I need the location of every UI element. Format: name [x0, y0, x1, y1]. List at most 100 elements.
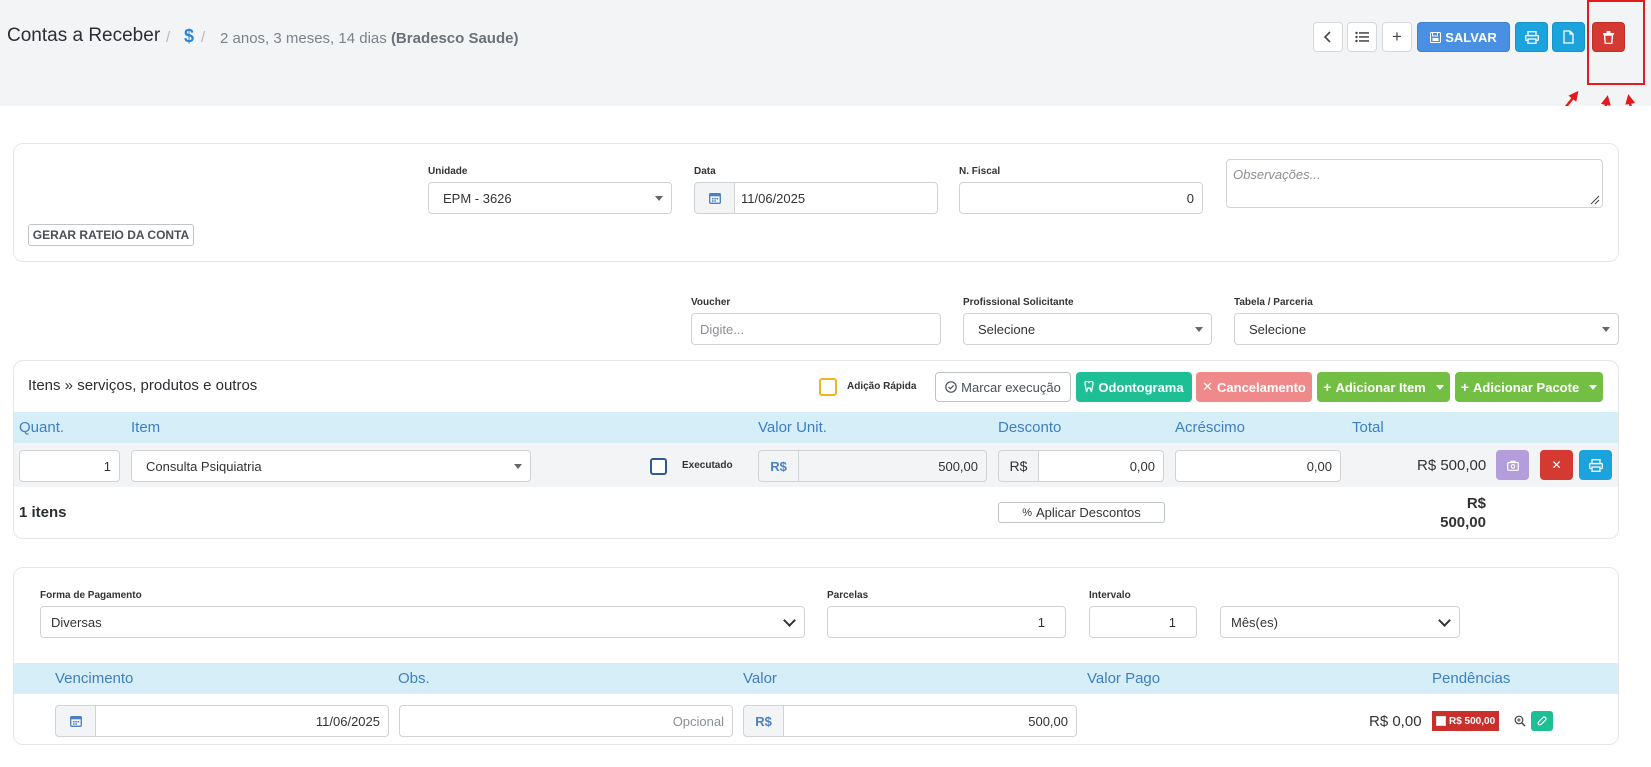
chevron-down-icon [783, 614, 796, 627]
professional-value: Selecione [978, 321, 1036, 337]
paperclip-icon [1537, 715, 1547, 725]
caret-down-icon [1435, 384, 1444, 390]
data-label: Data [694, 166, 716, 177]
quick-add-checkbox[interactable] [819, 378, 837, 396]
increase-input[interactable]: 0,00 [1175, 450, 1341, 482]
due-date-calendar-addon[interactable] [55, 705, 96, 737]
file-icon [1563, 30, 1574, 44]
tooth-icon [1084, 381, 1094, 393]
installments-input[interactable]: 1 [827, 606, 1066, 638]
executed-checkbox[interactable] [650, 458, 667, 475]
chevron-down-icon [1438, 614, 1451, 627]
payment-method-value: Diversas [51, 614, 102, 630]
due-date-input[interactable]: 11/06/2025 [95, 705, 389, 737]
paid-value: R$ 0,00 [1369, 713, 1422, 730]
interval-label: Intervalo [1089, 590, 1131, 601]
row-remove-button[interactable]: ✕ [1540, 450, 1573, 480]
date-input[interactable]: 11/06/2025 [734, 182, 938, 214]
items-table-header: Quant. Item Valor Unit. Desconto Acrésci… [14, 412, 1618, 443]
insurance-name: (Bradesco Saude) [390, 30, 519, 47]
calendar-addon[interactable] [694, 182, 735, 214]
caret-down-icon [514, 464, 522, 469]
plus-icon: + [1460, 379, 1469, 395]
row-total: R$ 500,00 [1417, 457, 1487, 474]
value-input[interactable]: 500,00 [783, 705, 1077, 737]
printer-icon [1524, 30, 1539, 44]
breadcrumb-dollar-link[interactable]: $ [184, 26, 194, 47]
add-item-button[interactable]: + Adicionar Item [1317, 372, 1450, 402]
discount-input[interactable]: 0,00 [1038, 450, 1164, 482]
discount-currency-addon: R$ [998, 450, 1039, 482]
back-button[interactable] [1313, 22, 1343, 52]
payment-method-select[interactable]: Diversas [40, 606, 805, 638]
col-header-paid: Valor Pago [1087, 670, 1161, 687]
row-print-button[interactable] [1579, 450, 1612, 480]
list-button[interactable] [1347, 22, 1377, 52]
unidade-value: EPM - 3626 [443, 190, 512, 206]
pending-attach-button[interactable] [1531, 711, 1553, 731]
currency-addon: R$ [758, 450, 799, 482]
pending-badge[interactable]: R$ 500,00 [1432, 711, 1500, 731]
voucher-input[interactable]: Digite... [691, 313, 941, 345]
save-label: SALVAR [1445, 29, 1497, 45]
caret-down-icon [1195, 327, 1203, 332]
unit-value-input[interactable]: 500,00 [798, 450, 987, 482]
print-button[interactable] [1515, 22, 1548, 52]
add-item-label: Adicionar Item [1335, 379, 1426, 395]
obs-input[interactable]: Opcional [399, 705, 733, 737]
items-sum-value: 500,00 [1440, 514, 1486, 531]
quantity-input[interactable]: 1 [19, 450, 120, 482]
pending-zoom-button[interactable] [1510, 711, 1530, 731]
calendar-icon [69, 716, 82, 727]
caret-down-icon [1602, 327, 1610, 332]
document-button[interactable] [1552, 22, 1585, 52]
nfiscal-label: N. Fiscal [959, 166, 1001, 177]
observations-placeholder: Observações... [1233, 167, 1321, 182]
close-icon: ✕ [1551, 458, 1562, 472]
col-header-total: Total [1352, 419, 1384, 436]
interval-period-value: Mês(es) [1231, 614, 1278, 630]
save-button[interactable]: SALVAR [1417, 22, 1510, 52]
resize-handle-icon [1590, 195, 1600, 205]
unidade-select[interactable]: EPM - 3626 [428, 182, 672, 214]
breadcrumb-separator: / [166, 29, 171, 46]
add-button[interactable]: + [1382, 22, 1412, 52]
items-count: 1 itens [19, 504, 67, 521]
breadcrumb-age: 2 anos, 3 meses, 14 dias (Bradesco Saude… [220, 30, 518, 47]
executed-label: Executado [682, 460, 733, 471]
professional-label: Profissional Solicitante [963, 297, 1074, 308]
payment-method-label: Forma de Pagamento [40, 590, 142, 601]
interval-input[interactable]: 1 [1089, 606, 1197, 638]
generate-apportionment-button[interactable]: GERAR RATEIO DA CONTA [28, 224, 194, 246]
col-header-item: Item [131, 419, 161, 436]
caret-down-icon [655, 196, 663, 201]
apply-discounts-button[interactable]: % Aplicar Descontos [998, 502, 1165, 523]
observations-textarea[interactable]: Observações... [1226, 159, 1603, 208]
voucher-label: Voucher [691, 297, 731, 308]
row-camera-button[interactable] [1496, 450, 1529, 480]
cancellation-label: Cancelamento [1217, 379, 1306, 395]
nfiscal-input[interactable]: 0 [959, 182, 1203, 214]
odontogram-button[interactable]: Odontograma [1076, 372, 1192, 402]
items-sum-currency: R$ [1466, 495, 1486, 512]
item-select[interactable]: Consulta Psiquiatria [131, 450, 531, 482]
items-sum: R$ 500,00 [1436, 494, 1486, 532]
col-header-increase: Acréscimo [1175, 419, 1246, 436]
plus-icon: + [1323, 379, 1332, 395]
mark-execution-label: Marcar execução [961, 379, 1061, 395]
interval-period-select[interactable]: Mês(es) [1220, 606, 1460, 638]
zoom-in-icon [1514, 715, 1526, 727]
pending-value: R$ 500,00 [1449, 715, 1496, 727]
professional-select[interactable]: Selecione [963, 313, 1212, 345]
quick-add-label: Adição Rápida [847, 381, 917, 392]
odontogram-label: Odontograma [1098, 379, 1184, 395]
apply-discounts-label: Aplicar Descontos [1036, 505, 1141, 520]
add-package-button[interactable]: + Adicionar Pacote [1455, 372, 1603, 402]
page-title: Contas a Receber [7, 25, 161, 46]
col-header-due-date: Vencimento [55, 670, 134, 687]
mark-execution-button[interactable]: Marcar execução [935, 372, 1071, 402]
table-partnership-select[interactable]: Selecione [1234, 313, 1619, 345]
table-partnership-value: Selecione [1249, 321, 1307, 337]
unidade-label: Unidade [428, 166, 468, 177]
cancellation-button[interactable]: ✕ Cancelamento [1196, 372, 1312, 402]
